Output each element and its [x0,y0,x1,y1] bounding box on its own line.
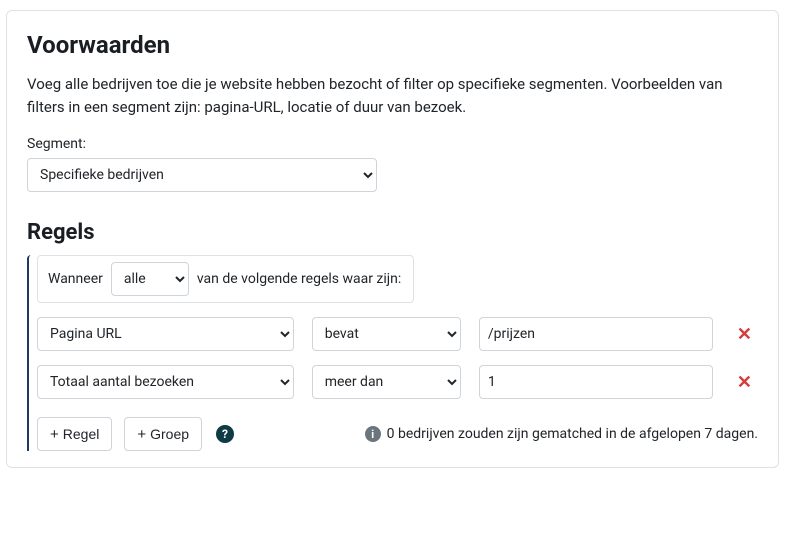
add-group-label: Groep [150,426,189,442]
rule-value-input[interactable] [479,365,713,399]
segment-select[interactable]: Specifieke bedrijven [27,158,377,192]
rule-operator-select[interactable]: bevat [312,317,461,351]
rule-operator-select[interactable]: meer dan [312,365,461,399]
rules-footer: + Regel + Groep ? i 0 bedrijven zouden z… [37,417,758,451]
rule-row: Pagina URL bevat ✕ [37,317,758,351]
close-icon: ✕ [737,324,752,344]
quantifier-select[interactable]: alle [111,262,189,296]
conditions-description: Voeg alle bedrijven toe die je website h… [27,73,758,118]
rules-area: Wanneer alle van de volgende regels waar… [27,255,758,451]
when-label: Wanneer [48,271,103,287]
plus-icon: + [137,426,146,443]
rule-value-input[interactable] [479,317,713,351]
match-summary: i 0 bedrijven zouden zijn gematched in d… [365,426,758,442]
quantifier-tail-label: van de volgende regels waar zijn: [197,271,401,287]
rule-row: Totaal aantal bezoeken meer dan ✕ [37,365,758,399]
rule-field-select[interactable]: Pagina URL [37,317,294,351]
remove-rule-button[interactable]: ✕ [731,369,758,395]
conditions-title: Voorwaarden [27,31,758,59]
rules-quantifier-row: Wanneer alle van de volgende regels waar… [37,255,414,303]
add-rule-button[interactable]: + Regel [37,417,112,451]
segment-label: Segment: [27,136,758,152]
info-icon: i [365,426,381,442]
add-rule-label: Regel [63,426,100,442]
match-summary-text: 0 bedrijven zouden zijn gematched in de … [387,426,758,442]
close-icon: ✕ [737,372,752,392]
rule-field-select[interactable]: Totaal aantal bezoeken [37,365,294,399]
conditions-card: Voorwaarden Voeg alle bedrijven toe die … [6,10,779,468]
rules-title: Regels [27,220,758,245]
add-group-button[interactable]: + Groep [124,417,202,451]
plus-icon: + [50,426,59,443]
help-icon[interactable]: ? [216,425,234,443]
remove-rule-button[interactable]: ✕ [731,321,758,347]
